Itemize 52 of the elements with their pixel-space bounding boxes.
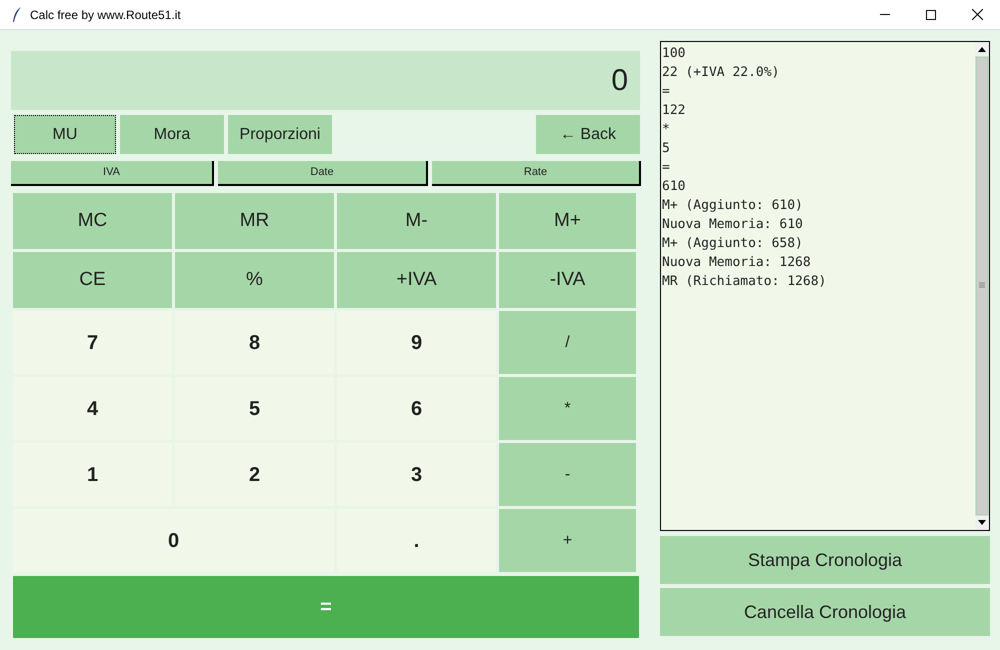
key-button[interactable]: 6 (337, 377, 496, 440)
history-line: = (662, 83, 671, 101)
history-line: 610 (662, 178, 686, 196)
maximize-icon (926, 10, 936, 20)
tool-button[interactable]: Date (218, 161, 428, 186)
scrollbar[interactable] (975, 42, 989, 530)
mode-button[interactable]: Mora (120, 115, 224, 154)
key-button[interactable]: 1 (13, 443, 172, 506)
key-button[interactable]: 3 (337, 443, 496, 506)
key-button[interactable]: . (337, 509, 496, 572)
history-button[interactable]: Cancella Cronologia (660, 588, 990, 636)
key-button[interactable]: 4 (13, 377, 172, 440)
history-line: MR (Richiamato: 1268) (662, 273, 828, 291)
key-button[interactable]: - (499, 443, 636, 506)
key-button[interactable]: / (499, 311, 636, 374)
key-button[interactable]: +IVA (337, 252, 496, 308)
key-button[interactable]: CE (13, 252, 172, 308)
key-button[interactable]: * (499, 377, 636, 440)
key-button[interactable]: 8 (175, 311, 334, 374)
key-button[interactable]: 2 (175, 443, 334, 506)
history-line: M+ (Aggiunto: 658) (662, 235, 804, 253)
minimize-icon (880, 14, 890, 15)
key-button[interactable]: 5 (175, 377, 334, 440)
key-button[interactable]: MC (13, 193, 172, 249)
history-line: Nuova Memoria: 1268 (662, 254, 812, 272)
tool-button[interactable]: IVA (11, 161, 214, 186)
history-line: = (662, 159, 671, 177)
key-button[interactable]: + (499, 509, 636, 572)
key-button[interactable]: MR (175, 193, 334, 249)
history-button[interactable]: Stampa Cronologia (660, 536, 990, 584)
history-line: 22 (+IVA 22.0%) (662, 64, 780, 82)
key-button[interactable]: % (175, 252, 334, 308)
key-button[interactable]: 7 (13, 311, 172, 374)
key-button[interactable]: M- (337, 193, 496, 249)
history-line: 100 (662, 45, 686, 63)
key-button[interactable]: -IVA (499, 252, 636, 308)
back-button[interactable]: ← Back (536, 115, 640, 154)
key-button[interactable]: M+ (499, 193, 636, 249)
history-line: M+ (Aggiunto: 610) (662, 197, 804, 215)
history-line: Nuova Memoria: 610 (662, 216, 804, 234)
close-icon (972, 9, 982, 20)
history-line: 5 (662, 140, 671, 158)
tool-button[interactable]: Rate (432, 161, 641, 186)
window-title: Calc free by www.Route51.it (30, 6, 181, 24)
feather-icon (12, 6, 22, 22)
history-line: 122 (662, 102, 686, 120)
mode-button[interactable]: Proporzioni (228, 115, 332, 154)
calculator-display: 0 (11, 51, 640, 110)
mode-button[interactable]: MU (14, 115, 116, 154)
key-button[interactable]: 0 (13, 509, 334, 572)
key-button[interactable]: 9 (337, 311, 496, 374)
history-line: * (662, 121, 671, 139)
